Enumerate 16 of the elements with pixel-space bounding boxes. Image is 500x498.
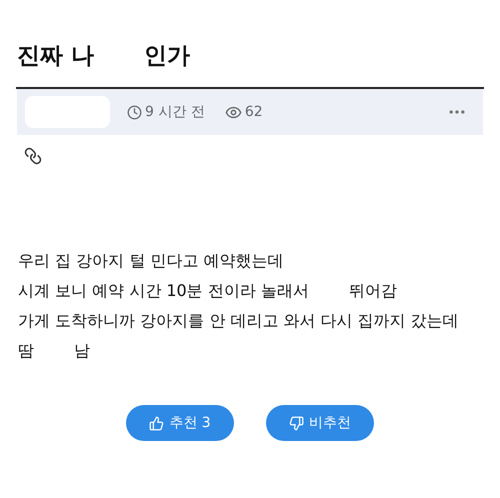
body-text: 시계 보니 예약 시간 10분 전이라 놀래서 — [18, 280, 309, 302]
body-text: 뛰어감 — [348, 280, 397, 302]
downvote-button[interactable]: 비추천 — [266, 405, 374, 441]
body-text: 남 — [74, 340, 90, 362]
view-count: 62 — [244, 102, 263, 122]
body-text: 가게 도착하니까 강아지를 안 데리고 와서 다시 집까지 갔는데 — [18, 310, 459, 332]
body-text: 우리 집 강아지 털 민다고 예약했는데 — [18, 250, 284, 272]
post-time: 9 시간 전 — [145, 102, 205, 122]
upvote-button[interactable]: 추천 3 — [126, 405, 234, 441]
thumbs-down-icon — [289, 416, 304, 430]
post-title: 인가 — [144, 42, 190, 71]
clock-icon — [127, 104, 142, 120]
thumbs-up-icon — [149, 416, 164, 430]
link-icon[interactable] — [24, 147, 42, 165]
body-text: 땀 — [18, 340, 34, 362]
post-title: 진짜 나 — [17, 42, 94, 71]
